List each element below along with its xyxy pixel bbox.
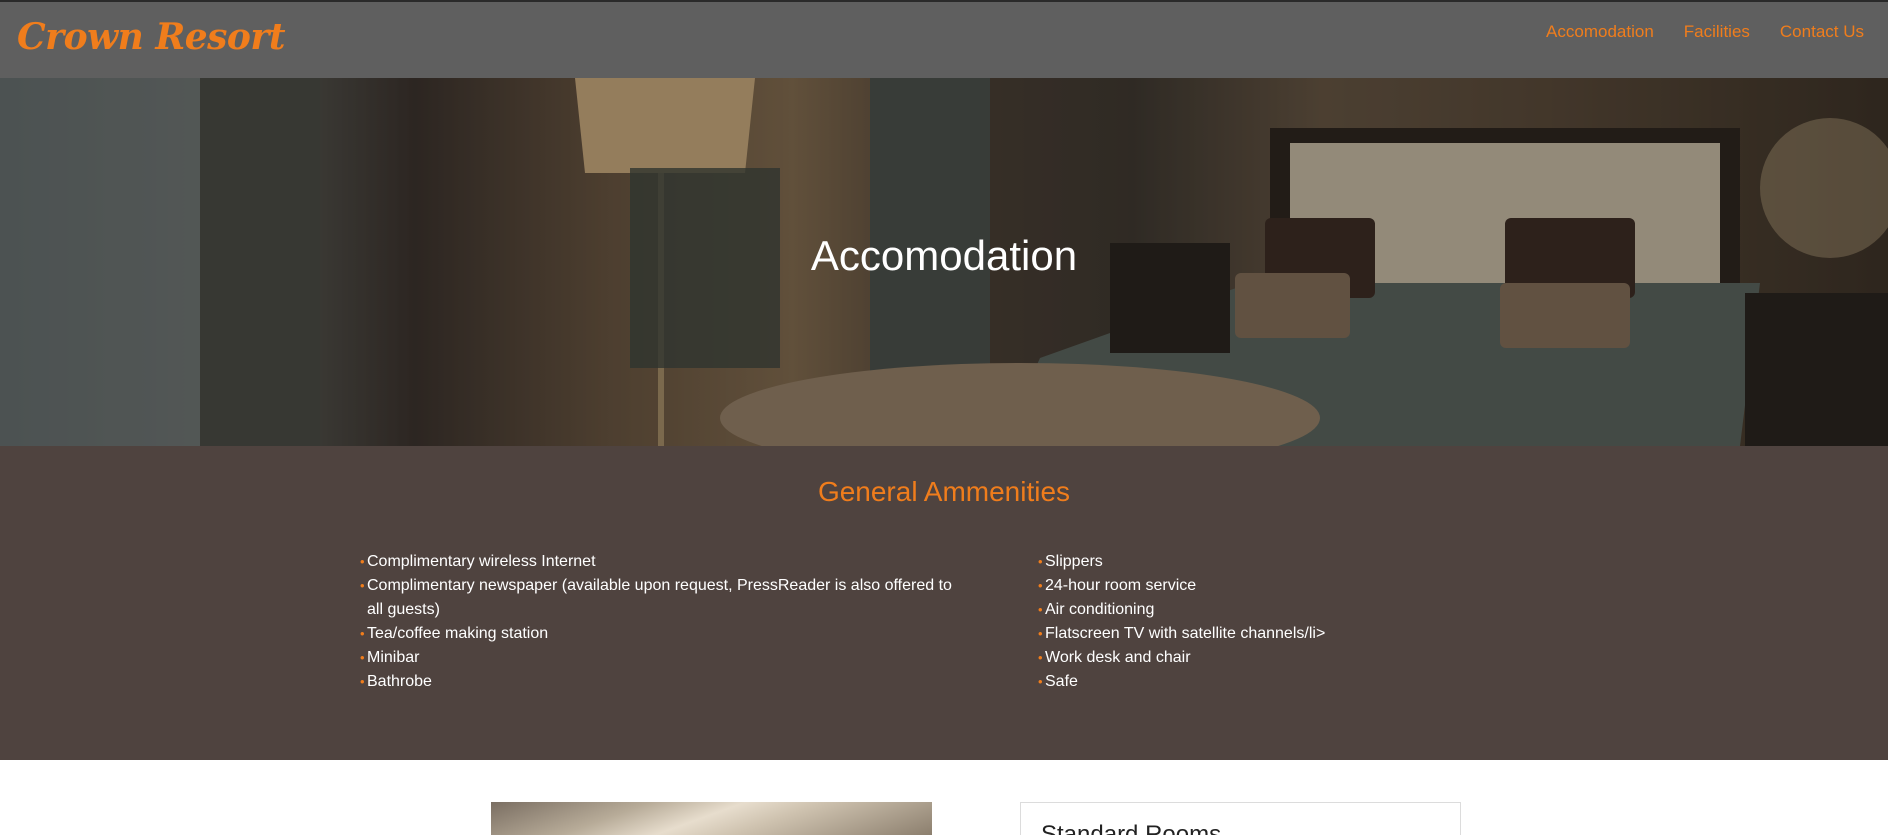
list-item: • Tea/coffee making station xyxy=(360,622,960,646)
hero-title: Accomodation xyxy=(810,232,1078,279)
bullet-icon: • xyxy=(1038,650,1043,665)
bullet-icon: • xyxy=(1038,674,1043,689)
list-item: • Flatscreen TV with satellite channels/l… xyxy=(1038,622,1458,646)
list-item: • 24-hour room service xyxy=(1038,574,1458,598)
bullet-icon: • xyxy=(360,650,365,665)
top-navbar: Crown Resort Accomodation Facilities Con… xyxy=(0,0,1888,78)
main-nav: Accomodation Facilities Contact Us xyxy=(1546,22,1864,42)
amenities-list-left: • Complimentary wireless Internet • Compli… xyxy=(360,550,960,694)
bullet-icon: • xyxy=(360,578,365,593)
brand-logo[interactable]: Crown Resort xyxy=(17,16,286,58)
bullet-icon: • xyxy=(1038,602,1043,617)
list-item: • Minibar xyxy=(360,646,960,670)
amenities-list-right: • Slippers • 24-hour room service • Air con… xyxy=(1038,550,1458,694)
list-item: • Bathrobe xyxy=(360,670,960,694)
bullet-icon: • xyxy=(1038,554,1043,569)
nav-link-accomodation[interactable]: Accomodation xyxy=(1546,22,1654,42)
standard-room-image xyxy=(491,802,932,835)
bullet-icon: • xyxy=(1038,626,1043,641)
room-card: Standard Rooms xyxy=(1020,802,1461,835)
room-card-title: Standard Rooms xyxy=(1041,821,1222,835)
amenities-title: General Ammenities xyxy=(817,476,1071,507)
list-item: • Complimentary newspaper (available upon… xyxy=(360,574,960,622)
nav-link-facilities[interactable]: Facilities xyxy=(1684,22,1750,42)
list-item: • Slippers xyxy=(1038,550,1458,574)
list-item: • Complimentary wireless Internet xyxy=(360,550,960,574)
nav-link-contact-us[interactable]: Contact Us xyxy=(1780,22,1864,42)
bullet-icon: • xyxy=(1038,578,1043,593)
bullet-icon: • xyxy=(360,674,365,689)
list-item: • Air conditioning xyxy=(1038,598,1458,622)
list-item: • Work desk and chair xyxy=(1038,646,1458,670)
list-item: • Safe xyxy=(1038,670,1458,694)
bullet-icon: • xyxy=(360,554,365,569)
amenities-section: General Ammenities • Complimentary wirele… xyxy=(0,446,1888,760)
hero-banner: Accomodation xyxy=(0,78,1888,446)
bullet-icon: • xyxy=(360,626,365,641)
